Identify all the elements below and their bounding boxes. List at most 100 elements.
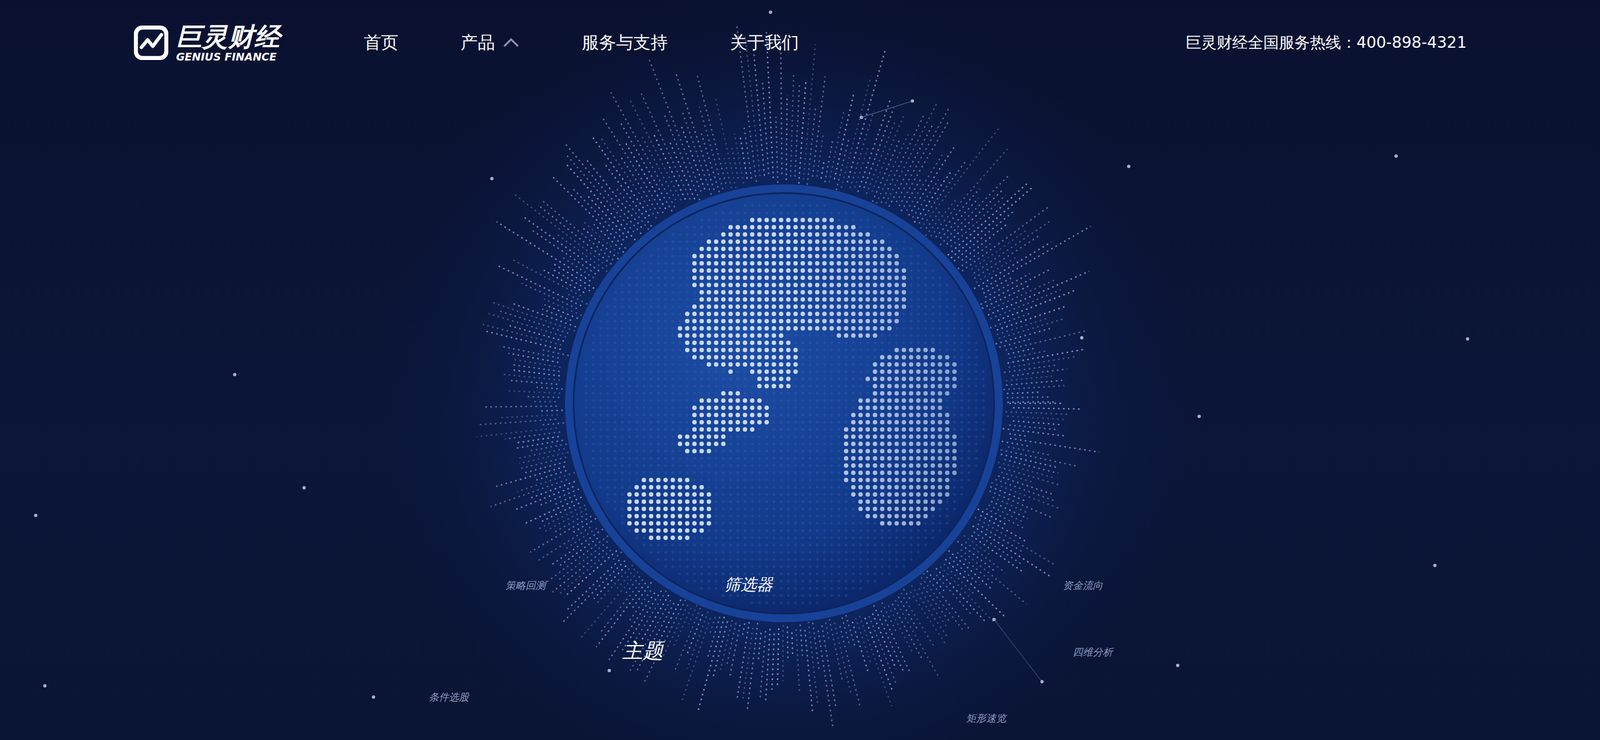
map-dot bbox=[606, 428, 610, 432]
map-dot bbox=[592, 457, 595, 460]
data-ray bbox=[601, 138, 657, 219]
map-dot bbox=[858, 275, 863, 280]
map-dot bbox=[728, 391, 733, 396]
map-dot bbox=[945, 441, 950, 447]
map-dot bbox=[793, 290, 798, 295]
landing-page: 巨灵财经 GENIUS FINANCE 首页 产品 服务与支持 关于我们 巨灵财… bbox=[0, 0, 1600, 740]
map-dot bbox=[706, 261, 712, 266]
map-dot bbox=[888, 334, 892, 338]
map-dot bbox=[678, 240, 682, 244]
map-dot bbox=[742, 225, 748, 230]
data-ray bbox=[519, 448, 565, 459]
map-dot bbox=[887, 304, 892, 309]
map-dot bbox=[642, 348, 646, 352]
map-dot bbox=[923, 362, 928, 367]
data-ray bbox=[547, 535, 609, 582]
map-dot bbox=[815, 304, 820, 309]
map-dot bbox=[728, 347, 733, 353]
map-dot bbox=[635, 421, 639, 424]
map-dot bbox=[657, 334, 660, 338]
map-dot bbox=[843, 246, 849, 252]
map-dot bbox=[786, 369, 791, 374]
map-dot bbox=[713, 434, 719, 439]
data-ray bbox=[490, 479, 567, 507]
map-dot bbox=[901, 362, 907, 367]
map-dot bbox=[793, 318, 798, 324]
map-dot bbox=[808, 334, 812, 338]
map-dot bbox=[786, 355, 791, 360]
map-dot bbox=[664, 283, 668, 287]
map-dot bbox=[837, 211, 841, 215]
map-dot bbox=[699, 434, 704, 439]
map-dot bbox=[865, 318, 870, 324]
data-ray bbox=[742, 627, 753, 700]
map-dot bbox=[808, 413, 812, 417]
map-dot bbox=[880, 427, 885, 432]
map-dot bbox=[816, 334, 819, 338]
map-dot bbox=[751, 211, 754, 215]
map-dot bbox=[800, 225, 805, 230]
map-dot bbox=[664, 240, 668, 244]
map-dot bbox=[758, 204, 762, 208]
map-dot bbox=[908, 434, 914, 439]
map-dot bbox=[628, 377, 632, 381]
map-dot bbox=[728, 311, 733, 317]
map-dot bbox=[664, 413, 668, 417]
map-dot bbox=[686, 399, 689, 403]
data-ray bbox=[1005, 411, 1070, 414]
map-dot bbox=[952, 376, 957, 382]
map-dot bbox=[938, 348, 942, 352]
map-dot bbox=[858, 253, 863, 259]
map-dot bbox=[642, 305, 646, 309]
map-dot bbox=[872, 246, 878, 252]
map-dot bbox=[772, 450, 776, 453]
map-dot bbox=[872, 290, 878, 295]
data-ray bbox=[1012, 368, 1068, 376]
map-dot bbox=[865, 441, 870, 447]
map-dot bbox=[793, 253, 798, 259]
map-dot bbox=[960, 363, 964, 367]
map-dot bbox=[678, 298, 682, 302]
map-dot bbox=[887, 318, 892, 324]
map-dot bbox=[686, 291, 689, 294]
map-dot bbox=[692, 268, 697, 273]
map-dot bbox=[865, 405, 870, 410]
map-dot bbox=[887, 448, 892, 454]
map-dot bbox=[713, 246, 719, 252]
map-dot bbox=[686, 298, 689, 302]
map-dot bbox=[982, 406, 985, 410]
map-dot bbox=[743, 204, 747, 208]
map-dot bbox=[786, 268, 791, 273]
map-dot bbox=[880, 253, 885, 259]
map-dot bbox=[953, 320, 957, 323]
data-ray bbox=[834, 91, 855, 179]
map-dot bbox=[894, 311, 899, 317]
map-dot bbox=[621, 399, 624, 403]
map-dot bbox=[923, 369, 928, 374]
map-dot bbox=[699, 290, 704, 295]
map-dot bbox=[628, 363, 632, 367]
data-ray bbox=[611, 551, 622, 562]
map-dot bbox=[858, 282, 863, 288]
map-dot bbox=[657, 392, 660, 395]
map-dot bbox=[677, 326, 683, 331]
data-ray bbox=[540, 206, 612, 265]
map-dot bbox=[829, 326, 834, 331]
map-dot bbox=[800, 239, 805, 244]
map-dot bbox=[706, 268, 712, 273]
map-dot bbox=[786, 282, 791, 288]
map-dot bbox=[887, 369, 892, 374]
map-dot bbox=[894, 420, 899, 425]
map-dot bbox=[786, 383, 791, 389]
map-dot bbox=[786, 261, 791, 266]
data-ray bbox=[912, 180, 939, 218]
map-dot bbox=[650, 377, 653, 381]
map-dot bbox=[901, 420, 907, 425]
map-dot bbox=[728, 297, 733, 302]
map-dot bbox=[967, 421, 971, 424]
map-dot bbox=[621, 406, 624, 410]
map-dot bbox=[706, 318, 712, 324]
map-dot bbox=[823, 377, 827, 381]
data-ray bbox=[953, 210, 1014, 261]
map-dot bbox=[837, 370, 841, 374]
